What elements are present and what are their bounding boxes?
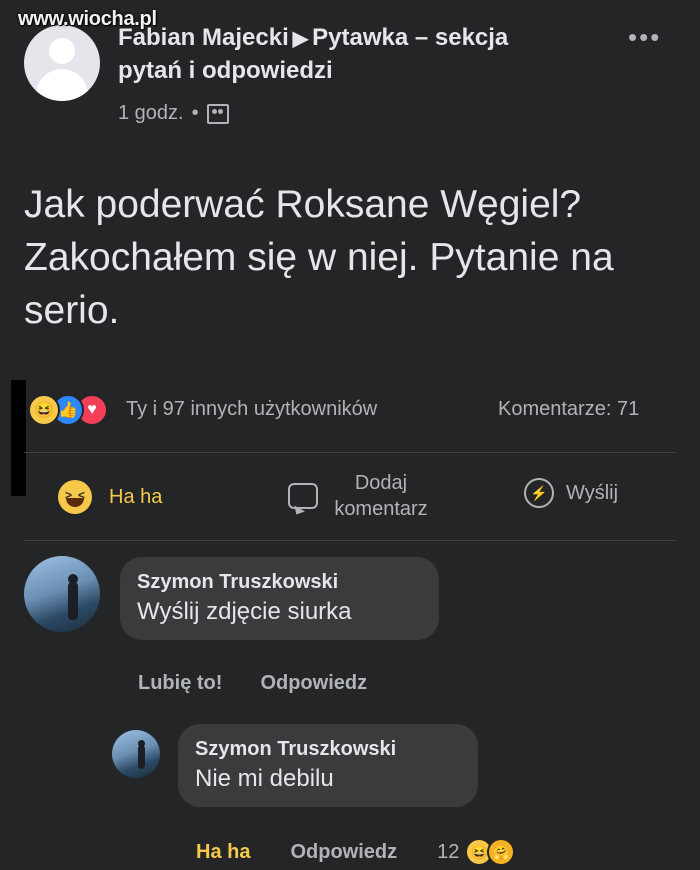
commenter-avatar[interactable]: [24, 556, 100, 632]
add-comment-label: Dodaj komentarz: [334, 472, 428, 520]
triangle-right-icon: ▶: [292, 28, 309, 50]
reply-actions: Ha ha Odpowiedz 12 😆 🤗: [196, 838, 516, 866]
reply-author[interactable]: Szymon Truszkowski: [195, 735, 461, 763]
send-button[interactable]: ⚡ Wyślij: [524, 478, 618, 508]
haha-reply-button[interactable]: Ha ha: [196, 841, 250, 864]
black-bar: [11, 380, 26, 496]
reply-button[interactable]: Odpowiedz: [260, 672, 367, 695]
haha-label: Ha ha: [109, 485, 163, 508]
post-meta: 1 godz. •: [118, 102, 229, 125]
comment-actions: Lubię to! Odpowiedz: [138, 672, 367, 695]
reply-reply-button[interactable]: Odpowiedz: [290, 841, 397, 864]
comment-count[interactable]: Komentarze: 71: [498, 398, 639, 421]
comment-text: Wyślij zdjęcie siurka: [137, 598, 352, 625]
reply-avatar[interactable]: [112, 730, 160, 778]
haha-icon: > <: [58, 480, 92, 514]
reaction-summary[interactable]: Ty i 97 innych użytkowników: [126, 398, 377, 421]
care-mini-icon: 🤗: [487, 838, 516, 866]
watermark: www.wiocha.pl: [18, 8, 157, 30]
author-avatar[interactable]: [24, 25, 100, 101]
reaction-icons[interactable]: 😆 👍 ♥: [28, 394, 108, 426]
send-label: Wyślij: [566, 481, 619, 504]
reply-text: Nie mi debilu: [195, 765, 334, 792]
like-comment-button[interactable]: Lubię to!: [138, 672, 222, 695]
divider-bottom: [24, 540, 676, 541]
messenger-icon: ⚡: [524, 478, 554, 508]
avatar-placeholder-body: [36, 69, 88, 101]
meta-dot: •: [191, 102, 199, 124]
divider-top: [24, 452, 676, 453]
haha-button[interactable]: > < Ha ha: [58, 480, 162, 514]
more-options-icon[interactable]: •••: [628, 22, 661, 53]
post-header: Fabian Majecki ▶ Pytawka – sekcja pytań i …: [118, 22, 548, 87]
comment-bubble: Szymon Truszkowski Wyślij zdjęcie siurka: [120, 557, 439, 640]
reply-bubble: Szymon Truszkowski Nie mi debilu: [178, 724, 478, 807]
haha-reaction-icon: 😆: [28, 394, 60, 426]
comment-author[interactable]: Szymon Truszkowski: [137, 568, 422, 596]
post-time[interactable]: 1 godz.: [118, 102, 184, 125]
avatar-placeholder-head: [49, 38, 75, 64]
reply-reaction-count[interactable]: 12: [437, 841, 459, 864]
group-icon: [206, 103, 229, 124]
add-comment-button[interactable]: Dodaj komentarz: [288, 470, 436, 522]
comment-bubble-icon: [288, 483, 318, 509]
reply-reaction-icons[interactable]: 😆 🤗: [465, 838, 516, 866]
post-text: Jak poderwać Roksane Węgiel? Zakochałem …: [24, 183, 614, 332]
